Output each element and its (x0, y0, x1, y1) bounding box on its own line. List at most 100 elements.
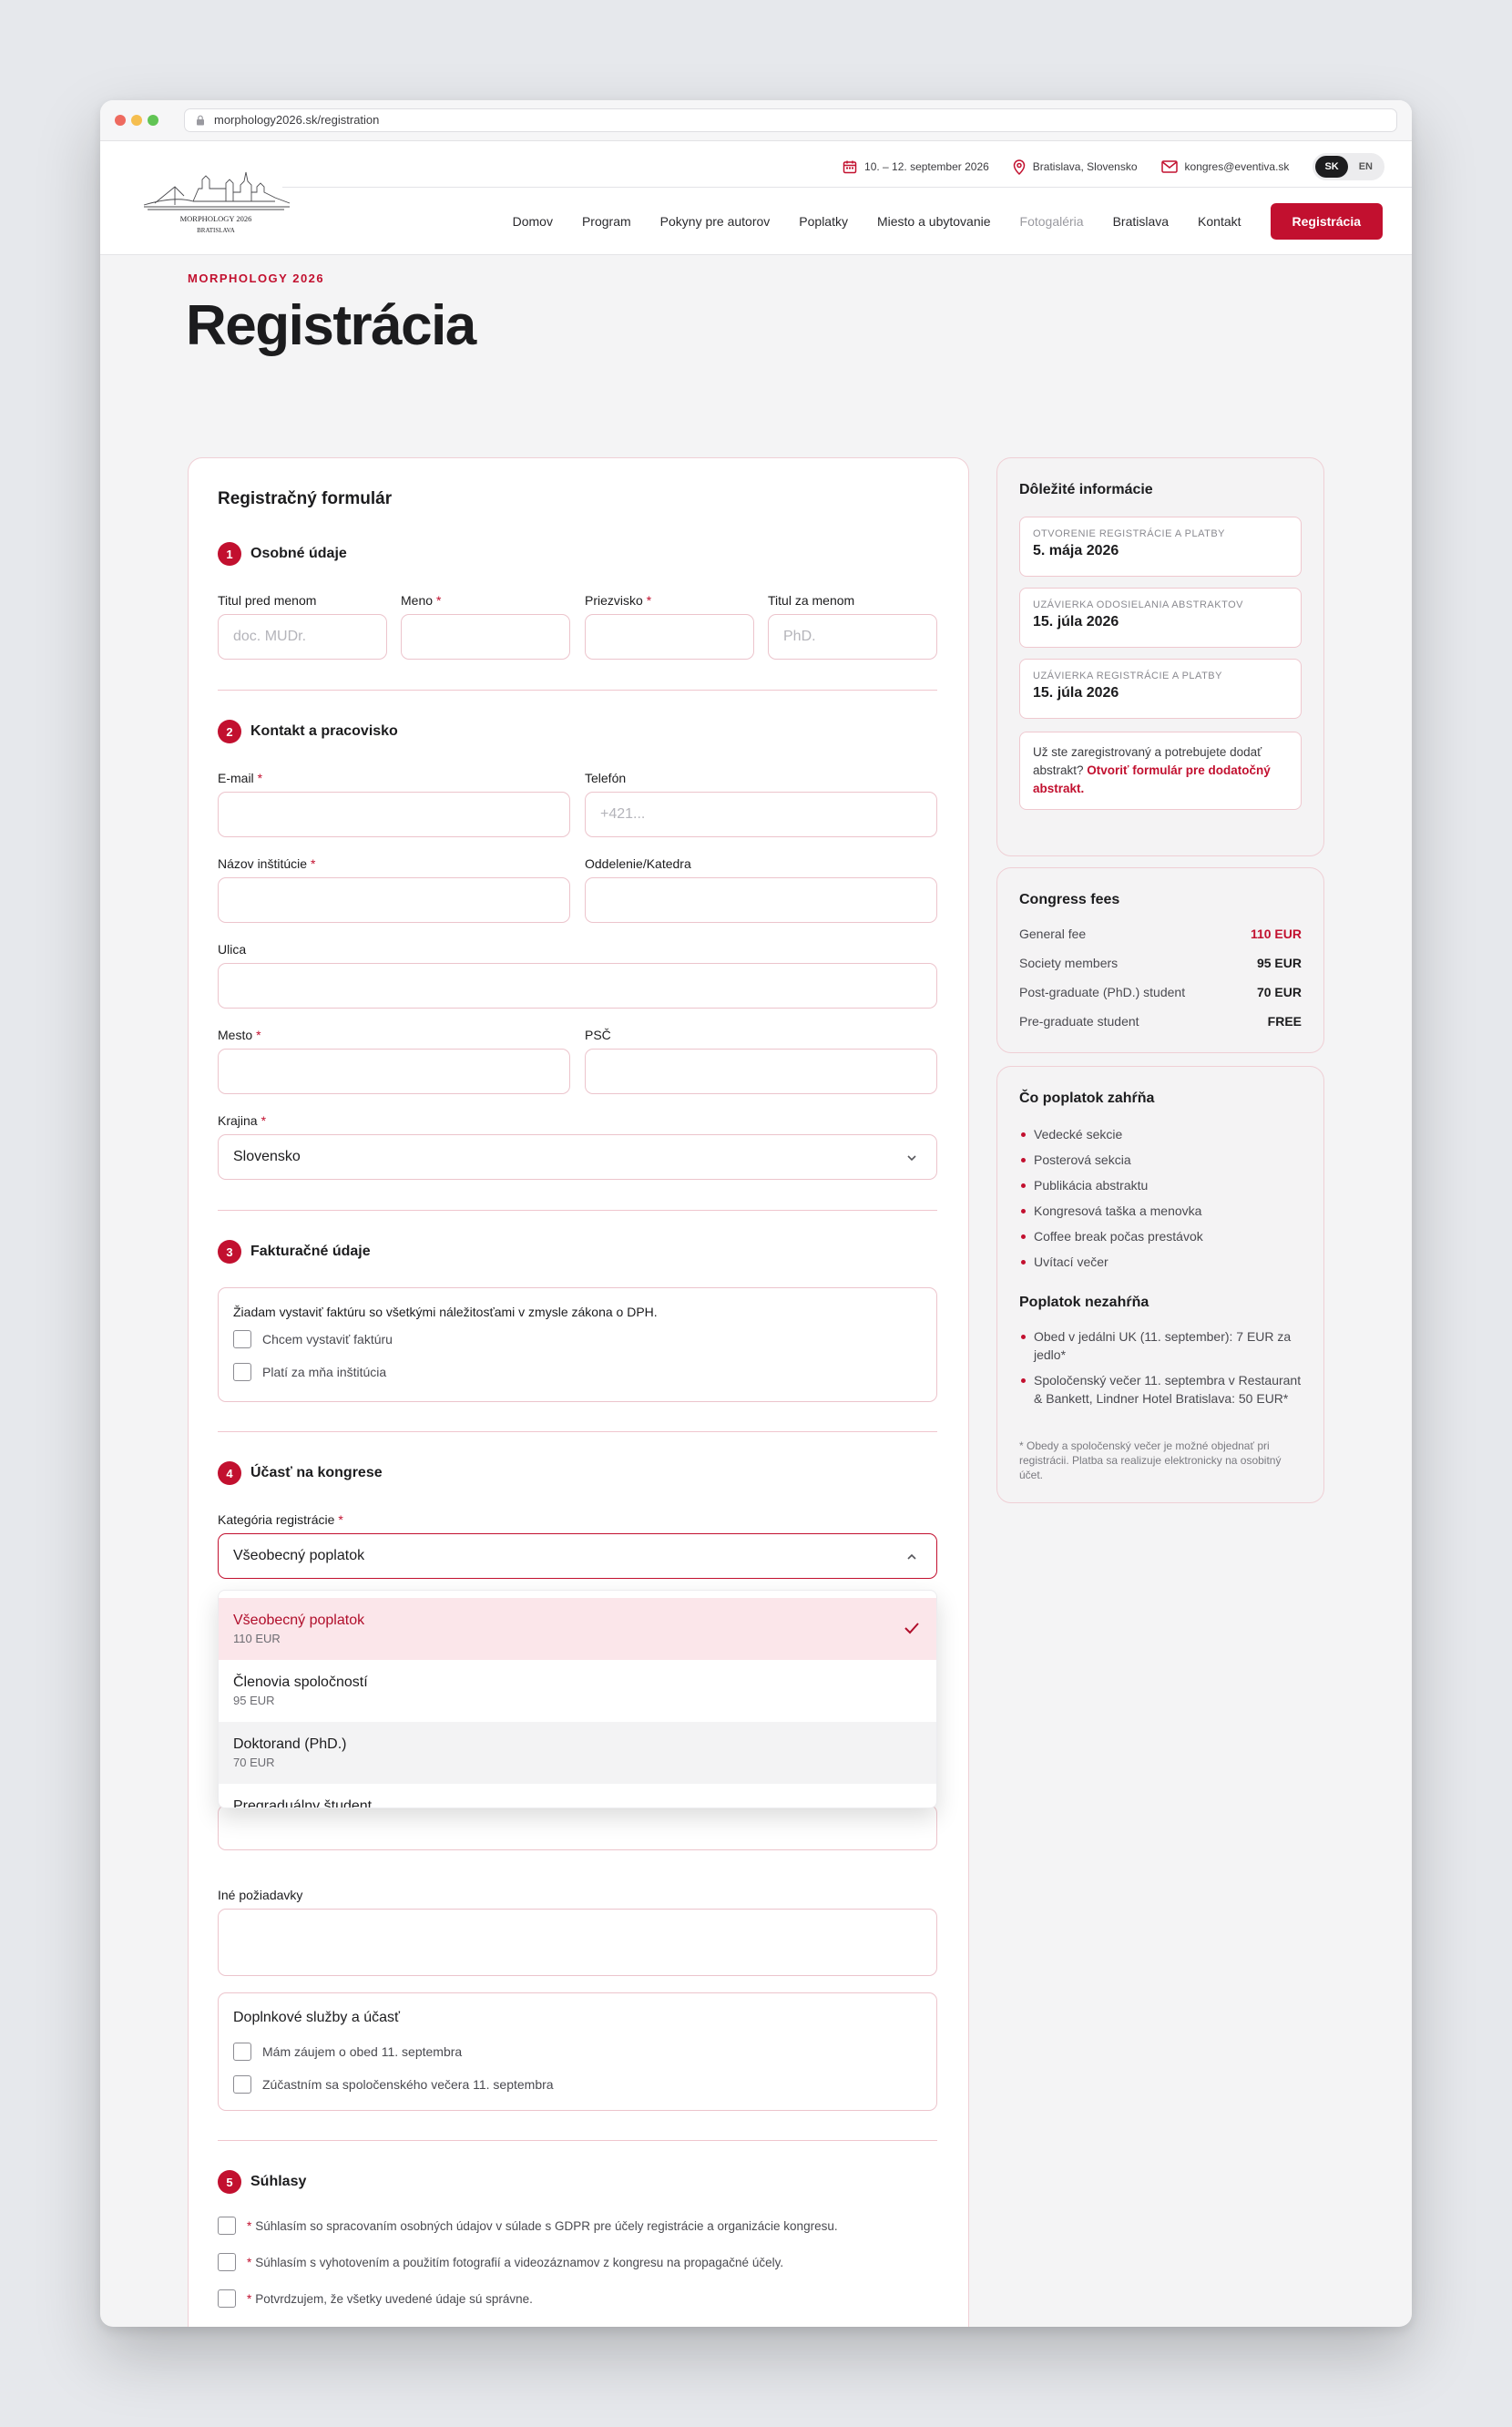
close-window-button[interactable] (115, 115, 126, 126)
nav-authors[interactable]: Pokyny pre autorov (660, 214, 771, 229)
registration-form-card: Registračný formulár 1 Osobné údaje Titu… (188, 457, 969, 2327)
billing-intro: Žiadam vystaviť faktúru so všetkými nále… (233, 1305, 658, 1319)
category-option-pregraduate[interactable]: Pregraduálny študent (219, 1784, 936, 1807)
lunch-checkbox-row[interactable]: Mám záujem o obed 11. septembra (233, 2043, 462, 2061)
section-divider (218, 2140, 937, 2141)
fee-row: Post-graduate (PhD.) student 70 EUR (1019, 985, 1302, 999)
zip-label: PSČ (585, 1028, 611, 1042)
nav-venue[interactable]: Miesto a ubytovanie (877, 214, 991, 229)
info-item: UZÁVIERKA ODOSIELANIA ABSTRAKTOV 15. júl… (1019, 588, 1302, 648)
includes-item: Kongresová taška a menovka (1019, 1202, 1302, 1220)
hidden-input[interactable] (218, 1805, 937, 1850)
consent-media-row[interactable]: * Súhlasím s vyhotovením a použitím fotog… (218, 2253, 783, 2271)
invoice-checkbox-row[interactable]: Chcem vystaviť faktúru (233, 1330, 393, 1348)
section-divider (218, 1210, 937, 1211)
section-contact-header: 2 Kontakt a pracovisko (218, 720, 398, 743)
lang-en-button[interactable]: EN (1350, 156, 1382, 178)
title-before-label: Titul pred menom (218, 593, 317, 608)
consent-accuracy-label: * Potvrdzujem, že všetky uvedené údaje sú… (247, 2291, 533, 2306)
section-number: 1 (218, 542, 241, 566)
consent-media-checkbox[interactable] (218, 2253, 236, 2271)
contact-email[interactable]: kongres@eventiva.sk (1160, 160, 1289, 173)
nav-contact[interactable]: Kontakt (1198, 214, 1241, 229)
email-input[interactable] (218, 792, 570, 837)
consent-accuracy-row[interactable]: * Potvrdzujem, že všetky uvedené údaje sú… (218, 2289, 533, 2308)
consent-gdpr-checkbox[interactable] (218, 2217, 236, 2235)
nav-program[interactable]: Program (582, 214, 631, 229)
first-name-input[interactable] (401, 614, 570, 660)
includes-item: Coffee break počas prestávok (1019, 1227, 1302, 1245)
page-title: Registrácia (186, 294, 476, 357)
department-input[interactable] (585, 877, 937, 923)
extras-title: Doplnkové služby a účasť (233, 2010, 400, 2025)
info-item-value: 15. júla 2026 (1033, 614, 1119, 630)
url-text: morphology2026.sk/registration (214, 113, 380, 127)
fee-row: Pre-graduate student FREE (1019, 1014, 1302, 1029)
institution-pays-checkbox-row[interactable]: Platí za mňa inštitúcia (233, 1363, 386, 1381)
dinner-checkbox-row[interactable]: Zúčastním sa spoločenského večera 11. se… (233, 2075, 554, 2094)
includes-item: Uvítací večer (1019, 1253, 1302, 1271)
site-header: MORPHOLOGY 2026 BRATISLAVA 10. – 12. sep… (100, 141, 1412, 255)
institution-input[interactable] (218, 877, 570, 923)
category-option-general[interactable]: Všeobecný poplatok 110 EUR (219, 1598, 936, 1660)
includes-footnote: * Obedy a spoločenský večer je možné obj… (1019, 1439, 1282, 1481)
mail-icon (1160, 160, 1178, 173)
country-label: Krajina * (218, 1113, 267, 1128)
logo-caption: MORPHOLOGY 2026 (180, 214, 252, 223)
country-select[interactable]: Slovensko (218, 1134, 937, 1180)
section-number: 3 (218, 1240, 241, 1264)
event-location-text: Bratislava, Slovensko (1032, 160, 1138, 173)
site-logo[interactable]: MORPHOLOGY 2026 BRATISLAVA (138, 152, 293, 240)
excluded-item: Obed v jedálni UK (11. september): 7 EUR… (1019, 1327, 1302, 1364)
nav-bratislava[interactable]: Bratislava (1113, 214, 1169, 229)
consent-accuracy-checkbox[interactable] (218, 2289, 236, 2308)
check-icon (904, 1623, 919, 1634)
maximize-window-button[interactable] (148, 115, 158, 126)
title-after-input[interactable]: PhD. (768, 614, 937, 660)
section-billing-header: 3 Fakturačné údaje (218, 1240, 371, 1264)
option-price: 70 EUR (233, 1756, 275, 1769)
department-label: Oddelenie/Katedra (585, 856, 691, 871)
category-option-phd[interactable]: Doktorand (PhD.) 70 EUR (219, 1722, 936, 1784)
invoice-checkbox[interactable] (233, 1330, 251, 1348)
event-date: 10. – 12. september 2026 (843, 159, 989, 174)
nav-home[interactable]: Domov (513, 214, 553, 229)
lunch-checkbox[interactable] (233, 2043, 251, 2061)
category-select[interactable]: Všeobecný poplatok (218, 1533, 937, 1579)
info-item: UZÁVIERKA REGISTRÁCIE A PLATBY 15. júla … (1019, 659, 1302, 719)
minimize-window-button[interactable] (131, 115, 142, 126)
city-input[interactable] (218, 1049, 570, 1094)
zip-input[interactable] (585, 1049, 937, 1094)
street-input[interactable] (218, 963, 937, 1009)
registration-button[interactable]: Registrácia (1270, 203, 1383, 240)
important-info-card: Dôležité informácie OTVORENIE REGISTRÁCI… (996, 457, 1324, 856)
chevron-down-icon (907, 1155, 916, 1162)
consent-gdpr-row[interactable]: * Súhlasím so spracovaním osobných údajov… (218, 2217, 838, 2235)
section-number: 2 (218, 720, 241, 743)
consent-media-label: * Súhlasím s vyhotovením a použitím fotog… (247, 2255, 784, 2269)
includes-item: Posterová sekcia (1019, 1151, 1302, 1169)
lang-sk-button[interactable]: SK (1315, 156, 1348, 178)
other-requests-textarea[interactable] (218, 1909, 937, 1976)
last-name-input[interactable] (585, 614, 754, 660)
address-bar[interactable]: morphology2026.sk/registration (184, 108, 1397, 132)
last-name-label: Priezvisko * (585, 593, 652, 608)
nav-gallery[interactable]: Fotogaléria (1020, 214, 1084, 229)
chevron-up-icon (907, 1553, 916, 1560)
phone-input[interactable]: +421... (585, 792, 937, 837)
section-personal-header: 1 Osobné údaje (218, 542, 347, 566)
institution-pays-label: Platí za mňa inštitúcia (262, 1365, 387, 1379)
includes-item: Vedecké sekcie (1019, 1125, 1302, 1143)
info-item: OTVORENIE REGISTRÁCIE A PLATBY 5. mája 2… (1019, 517, 1302, 577)
section-attendance-header: 4 Účasť na kongrese (218, 1461, 383, 1485)
category-option-members[interactable]: Členovia spoločností 95 EUR (219, 1660, 936, 1722)
lunch-label: Mám záujem o obed 11. septembra (262, 2044, 463, 2059)
section-title: Účasť na kongrese (250, 1465, 383, 1480)
institution-pays-checkbox[interactable] (233, 1363, 251, 1381)
info-item-value: 5. mája 2026 (1033, 543, 1119, 558)
option-title: Všeobecný poplatok (233, 1613, 365, 1628)
dinner-checkbox[interactable] (233, 2075, 251, 2094)
section-number: 5 (218, 2170, 241, 2194)
title-before-input[interactable]: doc. MUDr. (218, 614, 387, 660)
nav-fees[interactable]: Poplatky (799, 214, 848, 229)
